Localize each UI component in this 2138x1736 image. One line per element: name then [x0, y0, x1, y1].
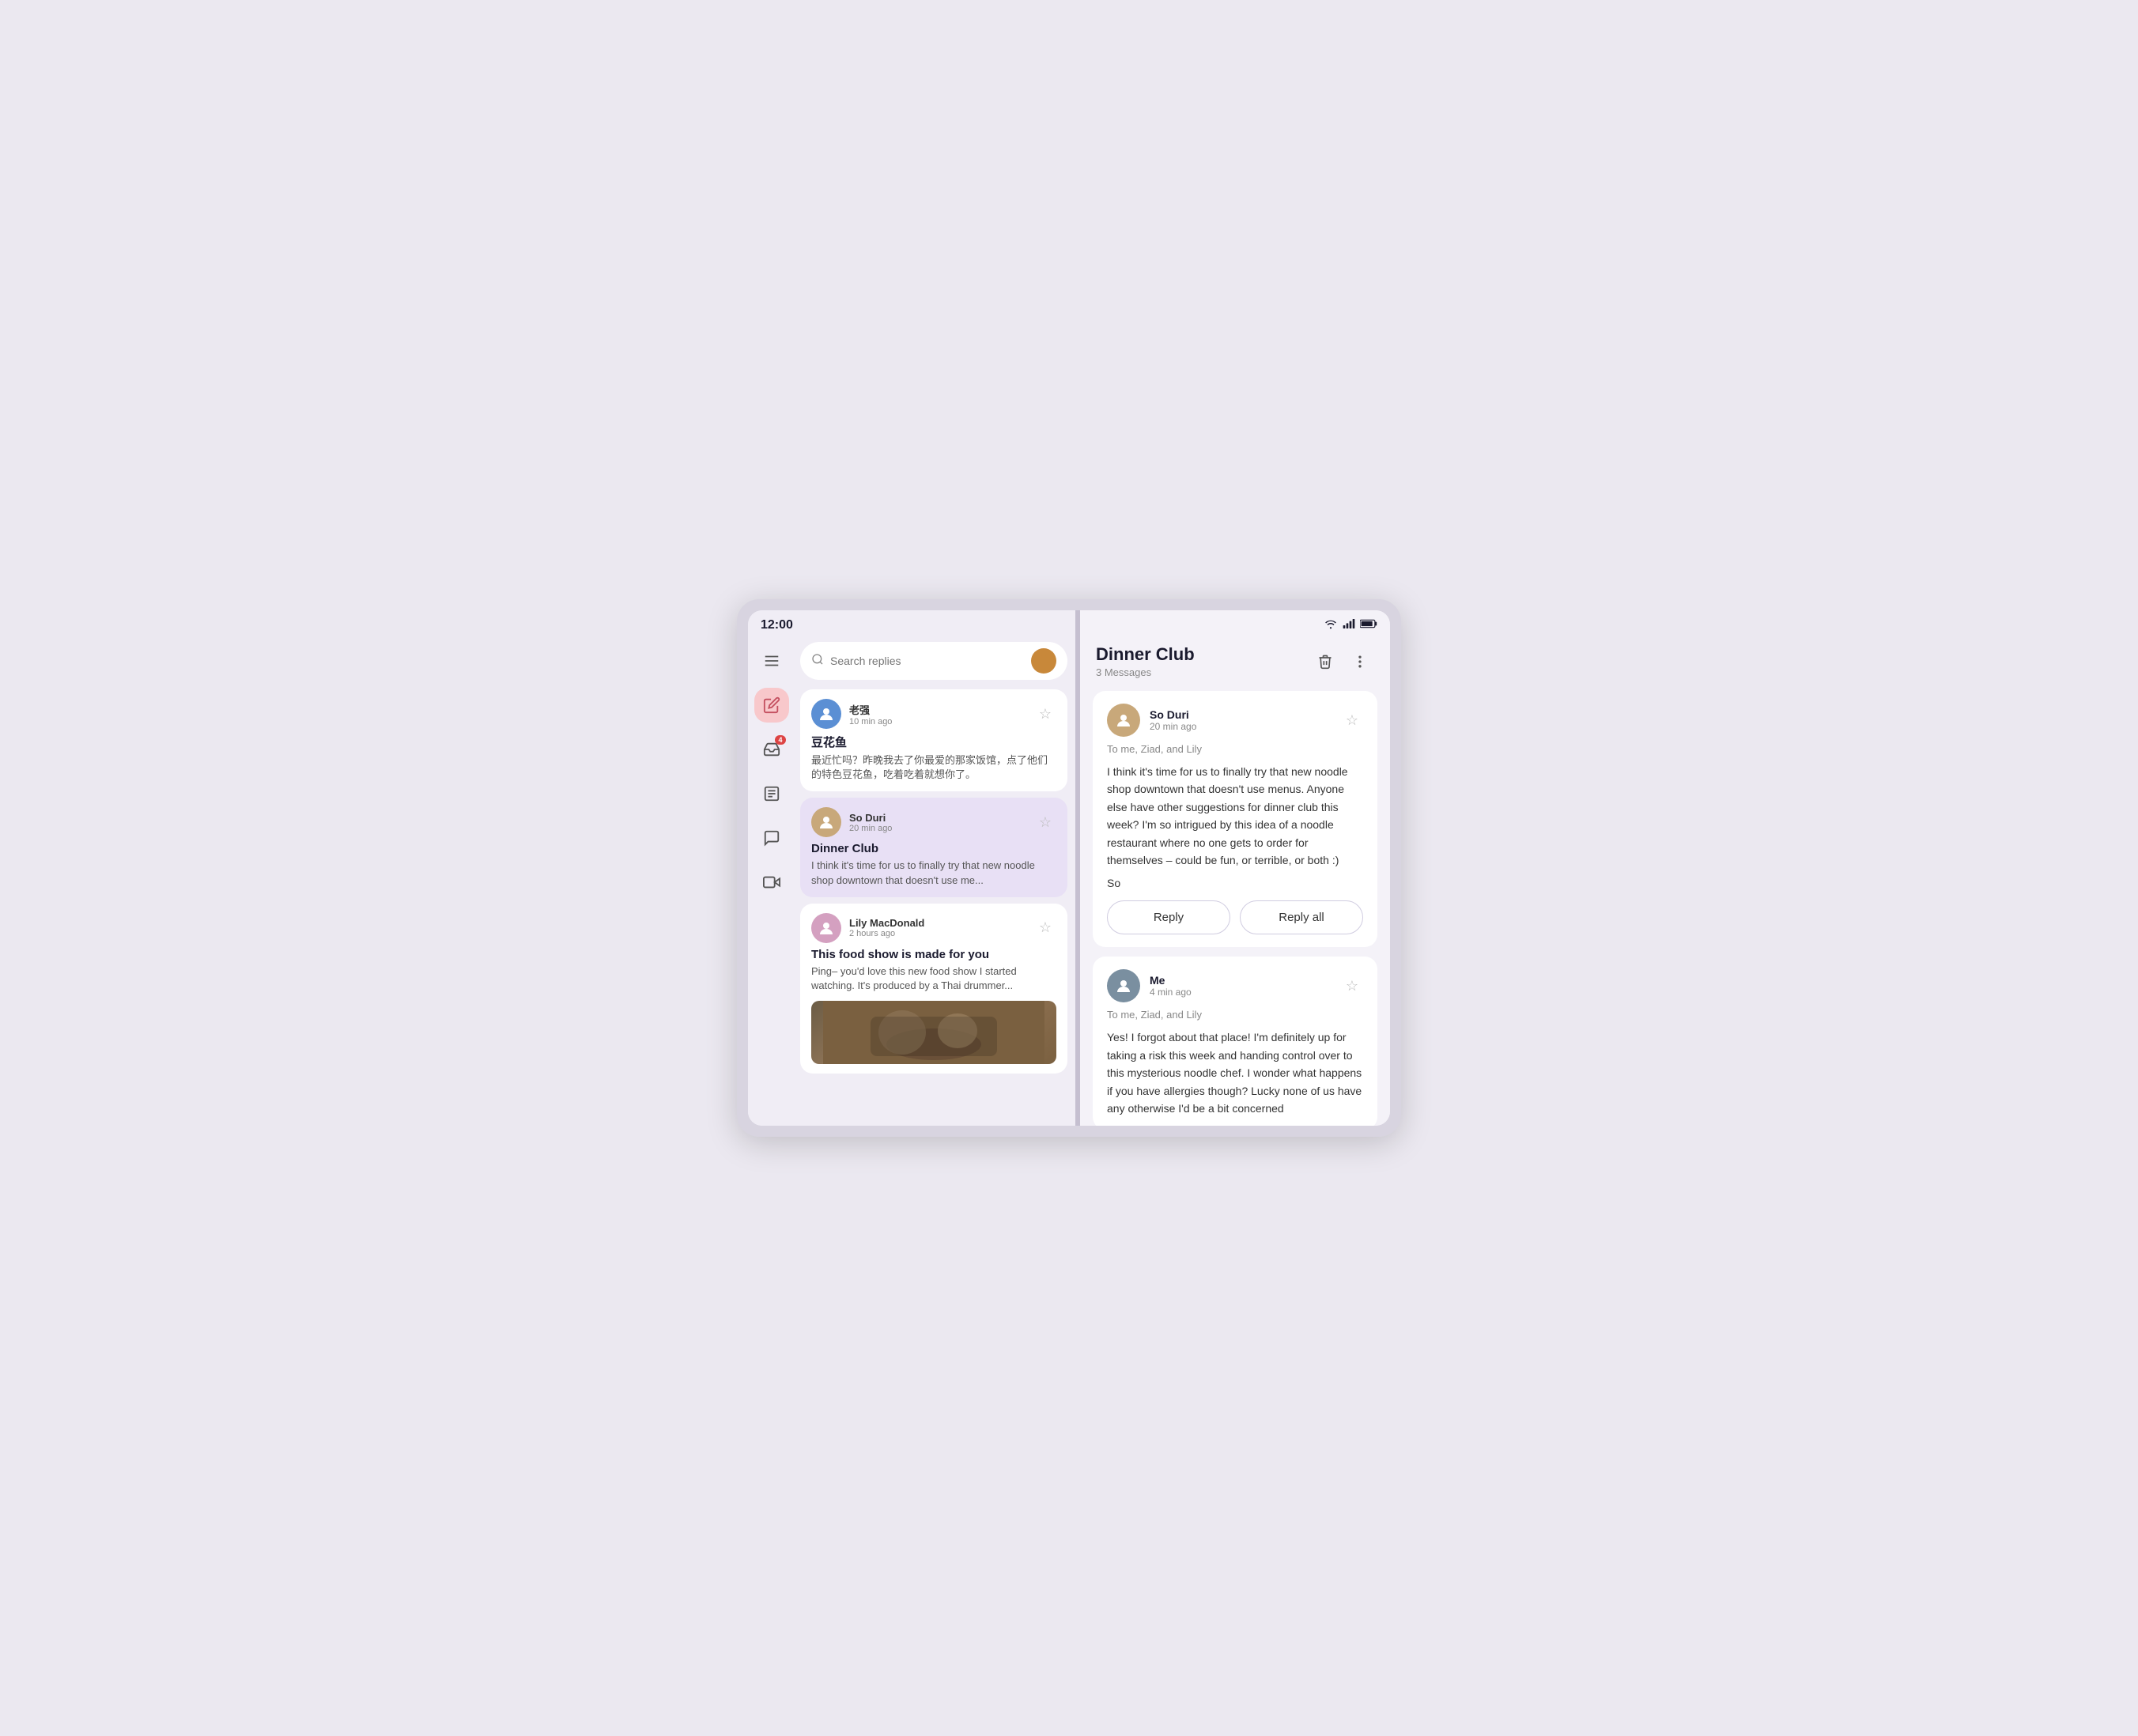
left-panel: 12:00 — [748, 610, 1080, 1126]
right-panel: Dinner Club 3 Messages — [1080, 610, 1390, 1126]
left-sidebar-content: 4 — [748, 636, 1075, 1126]
message-card-1: So Duri 20 min ago ☆ To me, Ziad, and Li… — [1093, 691, 1377, 947]
email-3-avatar — [811, 913, 841, 943]
email-3-sender-info: Lily MacDonald 2 hours ago — [849, 917, 1026, 938]
thread-actions — [1311, 647, 1374, 676]
reply-button[interactable]: Reply — [1107, 900, 1230, 934]
sidebar-item-video[interactable] — [754, 865, 789, 900]
search-bar[interactable] — [800, 642, 1067, 680]
sidebar-item-menu[interactable] — [754, 643, 789, 678]
wifi-icon — [1324, 618, 1338, 633]
email-1-subject: 豆花鱼 — [811, 734, 1056, 750]
search-icon — [811, 653, 824, 670]
email-2-subject: Dinner Club — [811, 842, 1056, 855]
email-3-star[interactable]: ☆ — [1034, 917, 1056, 939]
email-card-1-header: 老强 10 min ago ☆ — [811, 699, 1056, 729]
email-2-star[interactable]: ☆ — [1034, 811, 1056, 833]
email-3-time: 2 hours ago — [849, 929, 1026, 938]
device: 12:00 — [737, 599, 1401, 1137]
delete-button[interactable] — [1311, 647, 1339, 676]
sidebar-item-inbox[interactable]: 4 — [754, 732, 789, 767]
email-1-sender-name: 老强 — [849, 702, 1026, 717]
message-1-sender-name: So Duri — [1150, 708, 1332, 721]
sidebar-item-notes[interactable] — [754, 776, 789, 811]
sidebar: 4 — [748, 636, 795, 1126]
reply-all-button[interactable]: Reply all — [1240, 900, 1363, 934]
right-status-bar — [1080, 610, 1390, 636]
email-3-image — [811, 1001, 1056, 1064]
email-3-subject: This food show is made for you — [811, 948, 1056, 961]
email-2-preview: I think it's time for us to finally try … — [811, 859, 1056, 887]
email-card-3-header: Lily MacDonald 2 hours ago ☆ — [811, 913, 1056, 943]
email-2-avatar — [811, 807, 841, 837]
email-2-time: 20 min ago — [849, 824, 1026, 833]
email-card-3[interactable]: Lily MacDonald 2 hours ago ☆ This food s… — [800, 904, 1067, 1074]
user-avatar — [1031, 648, 1056, 674]
device-inner: 12:00 — [748, 610, 1390, 1126]
sidebar-item-compose[interactable] — [754, 688, 789, 723]
email-3-image-inner — [811, 1001, 1056, 1064]
message-2-to: To me, Ziad, and Lily — [1107, 1009, 1363, 1021]
email-1-sender-info: 老强 10 min ago — [849, 702, 1026, 726]
message-2-star[interactable]: ☆ — [1341, 975, 1363, 997]
message-1-body: I think it's time for us to finally try … — [1107, 763, 1363, 869]
message-1-sender-info: So Duri 20 min ago — [1150, 708, 1332, 732]
message-1-star[interactable]: ☆ — [1341, 709, 1363, 731]
message-card-2: Me 4 min ago ☆ To me, Ziad, and Lily Yes… — [1093, 957, 1377, 1126]
message-2-body: Yes! I forgot about that place! I'm defi… — [1107, 1028, 1363, 1117]
thread-header: Dinner Club 3 Messages — [1080, 636, 1390, 685]
email-1-preview: 最近忙吗？昨晚我去了你最爱的那家饭馆，点了他们的特色豆花鱼，吃着吃着就想你了。 — [811, 753, 1056, 782]
sidebar-item-chat[interactable] — [754, 821, 789, 855]
message-1-header: So Duri 20 min ago ☆ — [1107, 704, 1363, 737]
messages-area[interactable]: So Duri 20 min ago ☆ To me, Ziad, and Li… — [1080, 685, 1390, 1126]
inbox-badge: 4 — [775, 735, 786, 745]
more-options-button[interactable] — [1346, 647, 1374, 676]
signal-icon — [1343, 618, 1355, 633]
message-2-sender-name: Me — [1150, 974, 1332, 987]
message-1-avatar — [1107, 704, 1140, 737]
email-2-sender-name: So Duri — [849, 812, 1026, 824]
thread-title-area: Dinner Club 3 Messages — [1096, 644, 1195, 678]
email-1-time: 10 min ago — [849, 717, 1026, 726]
message-1-time: 20 min ago — [1150, 721, 1332, 732]
email-1-star[interactable]: ☆ — [1034, 703, 1056, 725]
message-1-to: To me, Ziad, and Lily — [1107, 743, 1363, 755]
status-time: 12:00 — [761, 618, 793, 632]
email-card-2[interactable]: So Duri 20 min ago ☆ Dinner Club I think… — [800, 798, 1067, 896]
message-2-time: 4 min ago — [1150, 987, 1332, 998]
message-1-sign: So — [1107, 877, 1363, 889]
message-1-reply-actions: Reply Reply all — [1107, 900, 1363, 934]
email-card-2-header: So Duri 20 min ago ☆ — [811, 807, 1056, 837]
email-2-sender-info: So Duri 20 min ago — [849, 812, 1026, 833]
email-card-1[interactable]: 老强 10 min ago ☆ 豆花鱼 最近忙吗？昨晚我去了你最爱的那家饭馆，点… — [800, 689, 1067, 791]
thread-title: Dinner Club — [1096, 644, 1195, 665]
message-2-sender-info: Me 4 min ago — [1150, 974, 1332, 998]
email-list: 老强 10 min ago ☆ 豆花鱼 最近忙吗？昨晚我去了你最爱的那家饭馆，点… — [795, 636, 1075, 1126]
email-3-preview: Ping– you'd love this new food show I st… — [811, 964, 1056, 993]
message-2-header: Me 4 min ago ☆ — [1107, 969, 1363, 1002]
email-1-avatar — [811, 699, 841, 729]
battery-icon — [1360, 618, 1377, 633]
email-3-sender-name: Lily MacDonald — [849, 917, 1026, 929]
left-status-bar: 12:00 — [748, 610, 1075, 636]
search-input[interactable] — [830, 655, 1025, 667]
thread-count: 3 Messages — [1096, 666, 1195, 678]
message-2-avatar — [1107, 969, 1140, 1002]
